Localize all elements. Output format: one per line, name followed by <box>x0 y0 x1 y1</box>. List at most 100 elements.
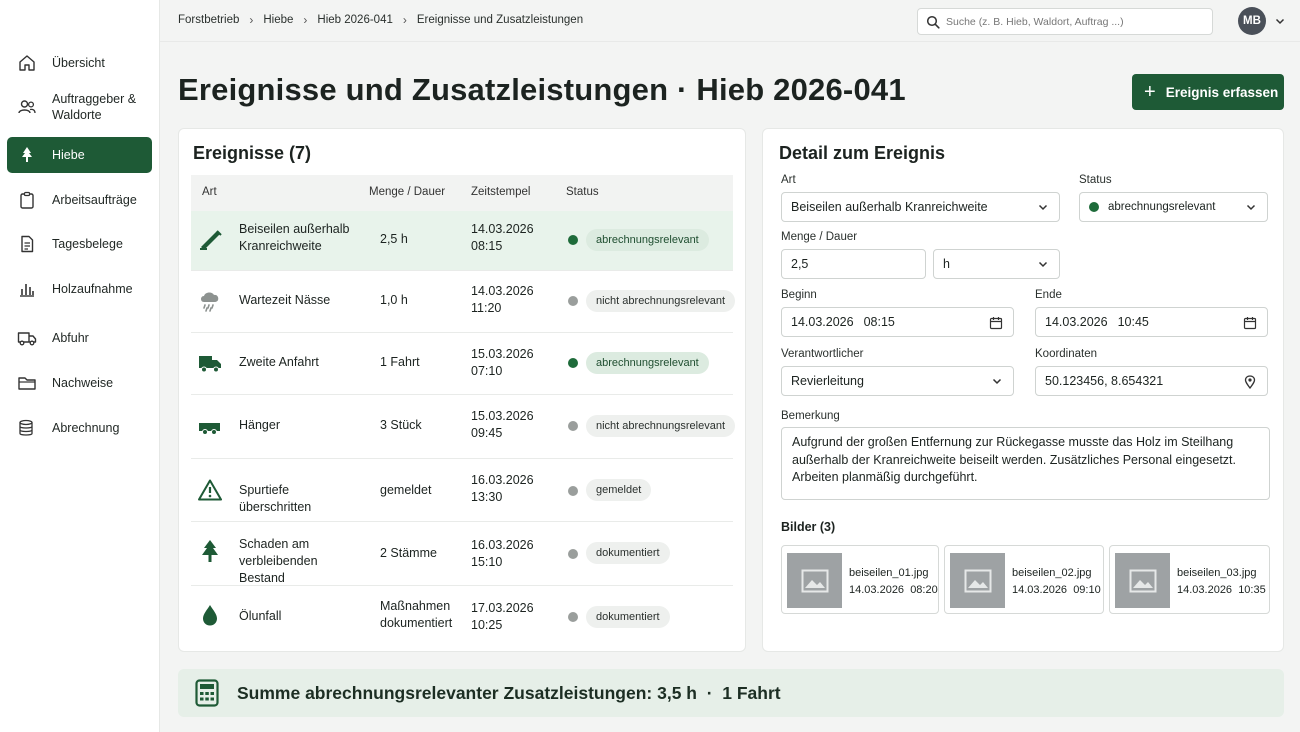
table-row[interactable]: Spurtiefe überschritten gemeldet 16.03.2… <box>191 459 733 522</box>
status-select-value: abrechnungsrelevant <box>1108 201 1216 213</box>
event-menge: Maßnahmen dokumentiert <box>380 599 453 630</box>
users-icon <box>18 100 36 114</box>
sidebar-item-abfuhr[interactable]: Abfuhr <box>7 320 152 356</box>
event-menge: 2 Stämme <box>380 546 437 560</box>
beginn-date: 14.03.2026 <box>791 315 854 329</box>
rain-cloud-icon <box>201 292 219 312</box>
map-pin-icon[interactable] <box>1243 375 1257 389</box>
search-input[interactable] <box>946 15 1196 28</box>
status-badge: nicht abrechnungsrelevant <box>586 290 736 312</box>
unit-select-value: h <box>943 257 950 271</box>
column-header-status: Status <box>566 186 599 198</box>
image-timestamp: 14.03.2026 10:35 <box>1177 584 1266 596</box>
event-menge: gemeldet <box>380 483 432 497</box>
sidebar-item-label: Übersicht <box>52 56 105 70</box>
column-header-art: Art <box>202 186 217 198</box>
calendar-icon[interactable] <box>1243 316 1257 330</box>
table-row[interactable]: Ölunfall Maßnahmen dokumentiert 17.03.20… <box>191 586 733 648</box>
status-dot <box>568 549 578 559</box>
table-row[interactable]: Wartezeit Nässe 1,0 h 14.03.2026 11:20 ni… <box>191 271 736 333</box>
table-header: Art Menge / Dauer Zeitstempel Status <box>191 175 733 211</box>
table-row[interactable]: Schaden am verbleibenden Bestand 2 Stämm… <box>191 522 733 586</box>
verantwortlicher-select[interactable]: Revierleitung <box>781 366 1014 396</box>
sidebar-item-abrechnung[interactable]: Abrechnung <box>7 410 152 446</box>
beginn-time: 08:15 <box>863 315 895 329</box>
breadcrumb-current: Ereignisse und Zusatzleistungen <box>416 14 584 26</box>
chevron-right-icon: › <box>249 13 254 27</box>
image-timestamp: 14.03.2026 08:20 <box>849 584 938 596</box>
event-menge: 2,5 h <box>380 232 408 246</box>
clipboard-icon <box>20 191 34 209</box>
art-select[interactable]: Beiseilen außerhalb Kranreichweite <box>781 192 1060 222</box>
page-title: Ereignisse und Zusatzleistungen · Hieb 2… <box>178 72 906 107</box>
event-timestamp: 16.03.2026 15:10 <box>471 538 534 569</box>
breadcrumb: Forstbetrieb › Hiebe › Hieb 2026-041 › E… <box>178 13 583 27</box>
truck-icon <box>199 356 221 373</box>
warning-icon <box>198 479 222 501</box>
verantwortlicher-value: Revierleitung <box>791 374 864 388</box>
event-art: Schaden am verbleibenden Bestand <box>239 537 318 585</box>
image-placeholder-icon <box>950 553 1005 608</box>
sidebar-item-holzaufnahme[interactable]: Holzaufnahme <box>7 271 152 307</box>
bemerkung-label: Bemerkung <box>781 410 840 422</box>
search-icon <box>926 15 940 29</box>
event-timestamp: 14.03.2026 08:15 <box>471 222 534 253</box>
sidebar-item-auftraggeber[interactable]: Auftraggeber & Waldorte <box>7 85 152 129</box>
koordinaten-input[interactable]: 50.123456, 8.654321 <box>1035 366 1268 396</box>
event-timestamp: 15.03.2026 07:10 <box>471 347 534 378</box>
breadcrumb-item[interactable]: Forstbetrieb <box>178 14 239 26</box>
beginn-datetime-input[interactable]: 14.03.2026 08:15 <box>781 307 1014 337</box>
bemerkung-textarea[interactable]: Aufgrund der großen Entfernung zur Rücke… <box>781 427 1270 500</box>
unit-select[interactable]: h <box>933 249 1060 279</box>
event-art: Ölunfall <box>239 609 282 623</box>
event-art: Hänger <box>239 418 280 432</box>
avatar[interactable]: MB <box>1238 7 1266 35</box>
status-dot <box>1089 202 1099 212</box>
status-dot <box>568 421 578 431</box>
event-timestamp: 14.03.2026 11:20 <box>471 284 534 315</box>
sidebar-item-tagesbelege[interactable]: Tagesbelege <box>7 226 152 262</box>
sidebar-item-arbeitsauftraege[interactable]: Arbeitsaufträge <box>7 182 152 218</box>
sidebar-item-label: Nachweise <box>52 376 114 390</box>
table-row[interactable]: Zweite Anfahrt 1 Fahrt 15.03.2026 07:10 a… <box>191 333 733 395</box>
chevron-down-icon[interactable] <box>1274 15 1286 27</box>
status-select[interactable]: abrechnungsrelevant <box>1079 192 1268 222</box>
sidebar-item-uebersicht[interactable]: Übersicht <box>7 45 152 81</box>
ende-time: 10:45 <box>1117 315 1149 329</box>
sidebar-item-nachweise[interactable]: Nachweise <box>7 365 152 401</box>
chevron-down-icon <box>992 378 1002 385</box>
folder-icon <box>18 377 36 390</box>
image-thumbnail-card[interactable]: beiseilen_03.jpg 14.03.2026 10:35 <box>1109 545 1270 614</box>
sidebar-item-hiebe[interactable]: Hiebe <box>7 137 152 173</box>
menge-label: Menge / Dauer <box>781 231 858 243</box>
status-dot <box>568 358 578 368</box>
status-badge: abrechnungsrelevant <box>586 229 709 251</box>
add-event-button[interactable]: + Ereignis erfassen <box>1132 74 1284 110</box>
event-art: Spurtiefe überschritten <box>239 483 312 514</box>
calendar-icon[interactable] <box>989 316 1003 330</box>
image-thumbnail-card[interactable]: beiseilen_01.jpg 14.03.2026 08:20 <box>781 545 939 614</box>
sidebar-item-label: Holzaufnahme <box>52 282 133 296</box>
beginn-label: Beginn <box>781 289 817 301</box>
breadcrumb-item[interactable]: Hiebe <box>263 14 293 26</box>
breadcrumb-item[interactable]: Hieb 2026-041 <box>317 14 392 26</box>
ende-datetime-input[interactable]: 14.03.2026 10:45 <box>1035 307 1268 337</box>
sidebar-item-label: Tagesbelege <box>52 237 123 251</box>
ende-date: 14.03.2026 <box>1045 315 1108 329</box>
image-thumbnail-card[interactable]: beiseilen_02.jpg 14.03.2026 09:10 <box>944 545 1104 614</box>
menge-input[interactable]: 2,5 <box>781 249 926 279</box>
calculator-icon <box>195 679 219 707</box>
event-art: Beiseilen außerhalb Kranreichweite <box>239 222 350 253</box>
image-filename: beiseilen_03.jpg <box>1177 567 1257 579</box>
event-menge: 3 Stück <box>380 418 422 432</box>
image-placeholder-icon <box>787 553 842 608</box>
chevron-down-icon <box>1246 204 1256 211</box>
sidebar-item-label: Hiebe <box>52 148 85 162</box>
ende-label: Ende <box>1035 289 1062 301</box>
status-badge: abrechnungsrelevant <box>586 352 709 374</box>
image-timestamp: 14.03.2026 09:10 <box>1012 584 1101 596</box>
table-row[interactable]: Beiseilen außerhalb Kranreichweite 2,5 h… <box>191 211 733 271</box>
table-row[interactable]: Hänger 3 Stück 15.03.2026 09:45 nicht abr… <box>191 395 736 459</box>
truck-icon <box>17 332 37 346</box>
top-bar: Forstbetrieb › Hiebe › Hieb 2026-041 › E… <box>160 0 1300 42</box>
